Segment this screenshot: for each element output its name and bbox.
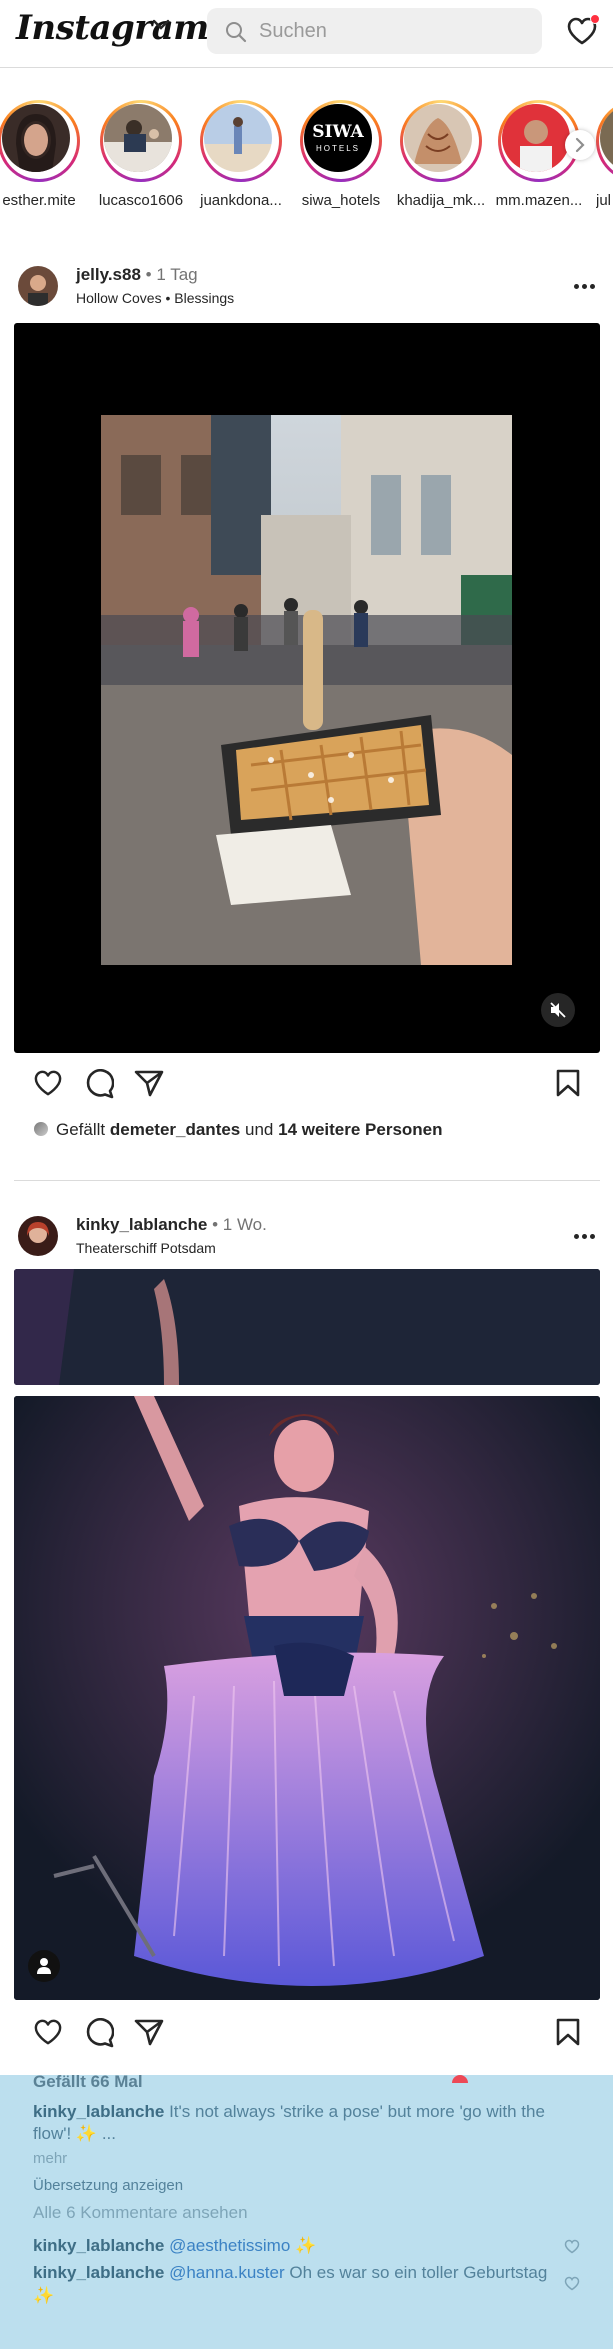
post-username-line: jelly.s88 • 1 Tag [76, 265, 198, 285]
post-divider [14, 1180, 600, 1181]
liker-avatar[interactable] [34, 1122, 48, 1136]
comments-overlay-panel: Gefällt 66 Mal kinky_lablanche It's not … [0, 2075, 613, 2349]
mute-icon [550, 1002, 566, 1018]
stories-next-button[interactable] [565, 130, 595, 160]
likes-summary: Gefällt demeter_dantes und 14 weitere Pe… [34, 1120, 443, 1140]
story-avatar [204, 104, 272, 172]
post-actions [0, 2018, 613, 2058]
comment-username[interactable]: kinky_lablanche [33, 2263, 164, 2282]
more-options-icon[interactable] [574, 1226, 598, 1244]
story-username: juankdona... [200, 192, 282, 209]
post-header: jelly.s88 • 1 Tag Hollow Coves • Blessin… [0, 258, 613, 318]
like-heart-icon[interactable] [33, 1069, 63, 1097]
comment-text: ✨ [290, 2236, 317, 2255]
comment-row: kinky_lablanche @aesthetissimo ✨ [33, 2235, 316, 2257]
story-avatar [2, 104, 70, 172]
comment-mention[interactable]: @aesthetissimo [169, 2236, 290, 2255]
comment-like-icon[interactable] [564, 2276, 580, 2291]
story-username: mm.mazen... [495, 192, 583, 209]
chevron-right-icon [575, 137, 585, 153]
post-location[interactable]: Theaterschiff Potsdam [76, 1240, 216, 1256]
story-username: khadija_mk... [396, 192, 486, 209]
story-ring [200, 100, 282, 182]
search-box[interactable] [207, 8, 542, 54]
likes-middle: und [245, 1120, 274, 1139]
comment-like-icon[interactable] [564, 2239, 580, 2254]
caption-line: kinky_lablanche It's not always 'strike … [33, 2101, 545, 2123]
siwa-logo-text: SIWA [312, 122, 364, 142]
story-ring [596, 100, 613, 182]
waffle-street-image [101, 415, 512, 965]
siwa-logo-subtext: HOTELS [315, 144, 360, 153]
story-avatar [104, 104, 172, 172]
likes-others[interactable]: 14 weitere Personen [278, 1120, 442, 1139]
story-avatar [502, 104, 570, 172]
story-username: lucasco1606 [98, 192, 184, 209]
caption-text-continued: flow'! ✨ ... [33, 2124, 116, 2143]
share-icon[interactable] [134, 1069, 164, 1097]
story-username: jul [596, 192, 612, 209]
comment-icon[interactable] [84, 2018, 114, 2048]
burlesque-dancer-image [14, 1396, 600, 2000]
post-header: kinky_lablanche • 1 Wo. Theaterschiff Po… [0, 1208, 613, 1268]
story-ring [0, 100, 80, 182]
comment-row: kinky_lablanche @hanna.kuster Oh es war … [33, 2262, 547, 2284]
view-all-comments-link[interactable]: Alle 6 Kommentare ansehen [33, 2202, 248, 2224]
more-link[interactable]: mehr [33, 2148, 67, 2170]
search-icon [226, 22, 247, 43]
post-actions [0, 1069, 613, 1109]
instagram-logo[interactable]: Instagram [16, 8, 209, 48]
post-separator: • [145, 265, 152, 284]
likes-user[interactable]: demeter_dantes [110, 1120, 240, 1139]
story-username: siwa_hotels [301, 192, 381, 209]
top-bar: Instagram [0, 0, 613, 68]
comment-text-continued: ✨ [33, 2286, 55, 2305]
likes-count[interactable]: Gefällt 66 Mal [33, 2075, 143, 2093]
story-username: esther.mite [2, 192, 76, 209]
save-bookmark-icon[interactable] [555, 1069, 581, 1097]
post-time[interactable]: 1 Wo. [223, 1215, 267, 1234]
like-heart-icon[interactable] [33, 2018, 63, 2046]
comment-icon[interactable] [84, 1069, 114, 1099]
user-tag-icon [37, 1958, 51, 1974]
save-bookmark-icon[interactable] [555, 2018, 581, 2046]
notification-dot [590, 14, 600, 24]
feather-strip-image [14, 1269, 600, 1385]
translate-link[interactable]: Übersetzung anzeigen [33, 2175, 183, 2197]
post-video[interactable] [14, 323, 600, 1053]
comment-mention[interactable]: @hanna.kuster [169, 2263, 285, 2282]
post-image-strip [14, 1269, 600, 1385]
post-username[interactable]: jelly.s88 [76, 265, 141, 284]
chevron-down-icon[interactable] [152, 18, 170, 32]
share-icon[interactable] [134, 2018, 164, 2046]
post-username[interactable]: kinky_lablanche [76, 1215, 207, 1234]
more-options-icon[interactable] [574, 276, 598, 294]
post-avatar[interactable] [18, 1216, 58, 1256]
post-username-line: kinky_lablanche • 1 Wo. [76, 1215, 267, 1235]
comment-username[interactable]: kinky_lablanche [33, 2236, 164, 2255]
story-ring [400, 100, 482, 182]
notification-indicator [452, 2075, 468, 2083]
search-input[interactable] [259, 8, 529, 54]
post-location[interactable]: Hollow Coves • Blessings [76, 290, 234, 306]
post-image[interactable] [14, 1396, 600, 2000]
stories-tray: esther.mite lucasco1606 juankdona... SIW… [0, 100, 613, 220]
story-avatar: SIWA HOTELS [304, 104, 372, 172]
post-separator: • [212, 1215, 219, 1234]
comment-text: Oh es war so ein toller Geburtstag [284, 2263, 548, 2282]
likes-prefix: Gefällt [56, 1120, 106, 1139]
caption-username[interactable]: kinky_lablanche [33, 2102, 164, 2121]
post-time[interactable]: 1 Tag [156, 265, 197, 284]
mute-button[interactable] [541, 993, 575, 1027]
story-ring: SIWA HOTELS [300, 100, 382, 182]
caption-text: It's not always 'strike a pose' but more… [169, 2102, 545, 2121]
story-ring [100, 100, 182, 182]
story-avatar [404, 104, 472, 172]
post-avatar[interactable] [18, 266, 58, 306]
user-tag-button[interactable] [28, 1950, 60, 1982]
